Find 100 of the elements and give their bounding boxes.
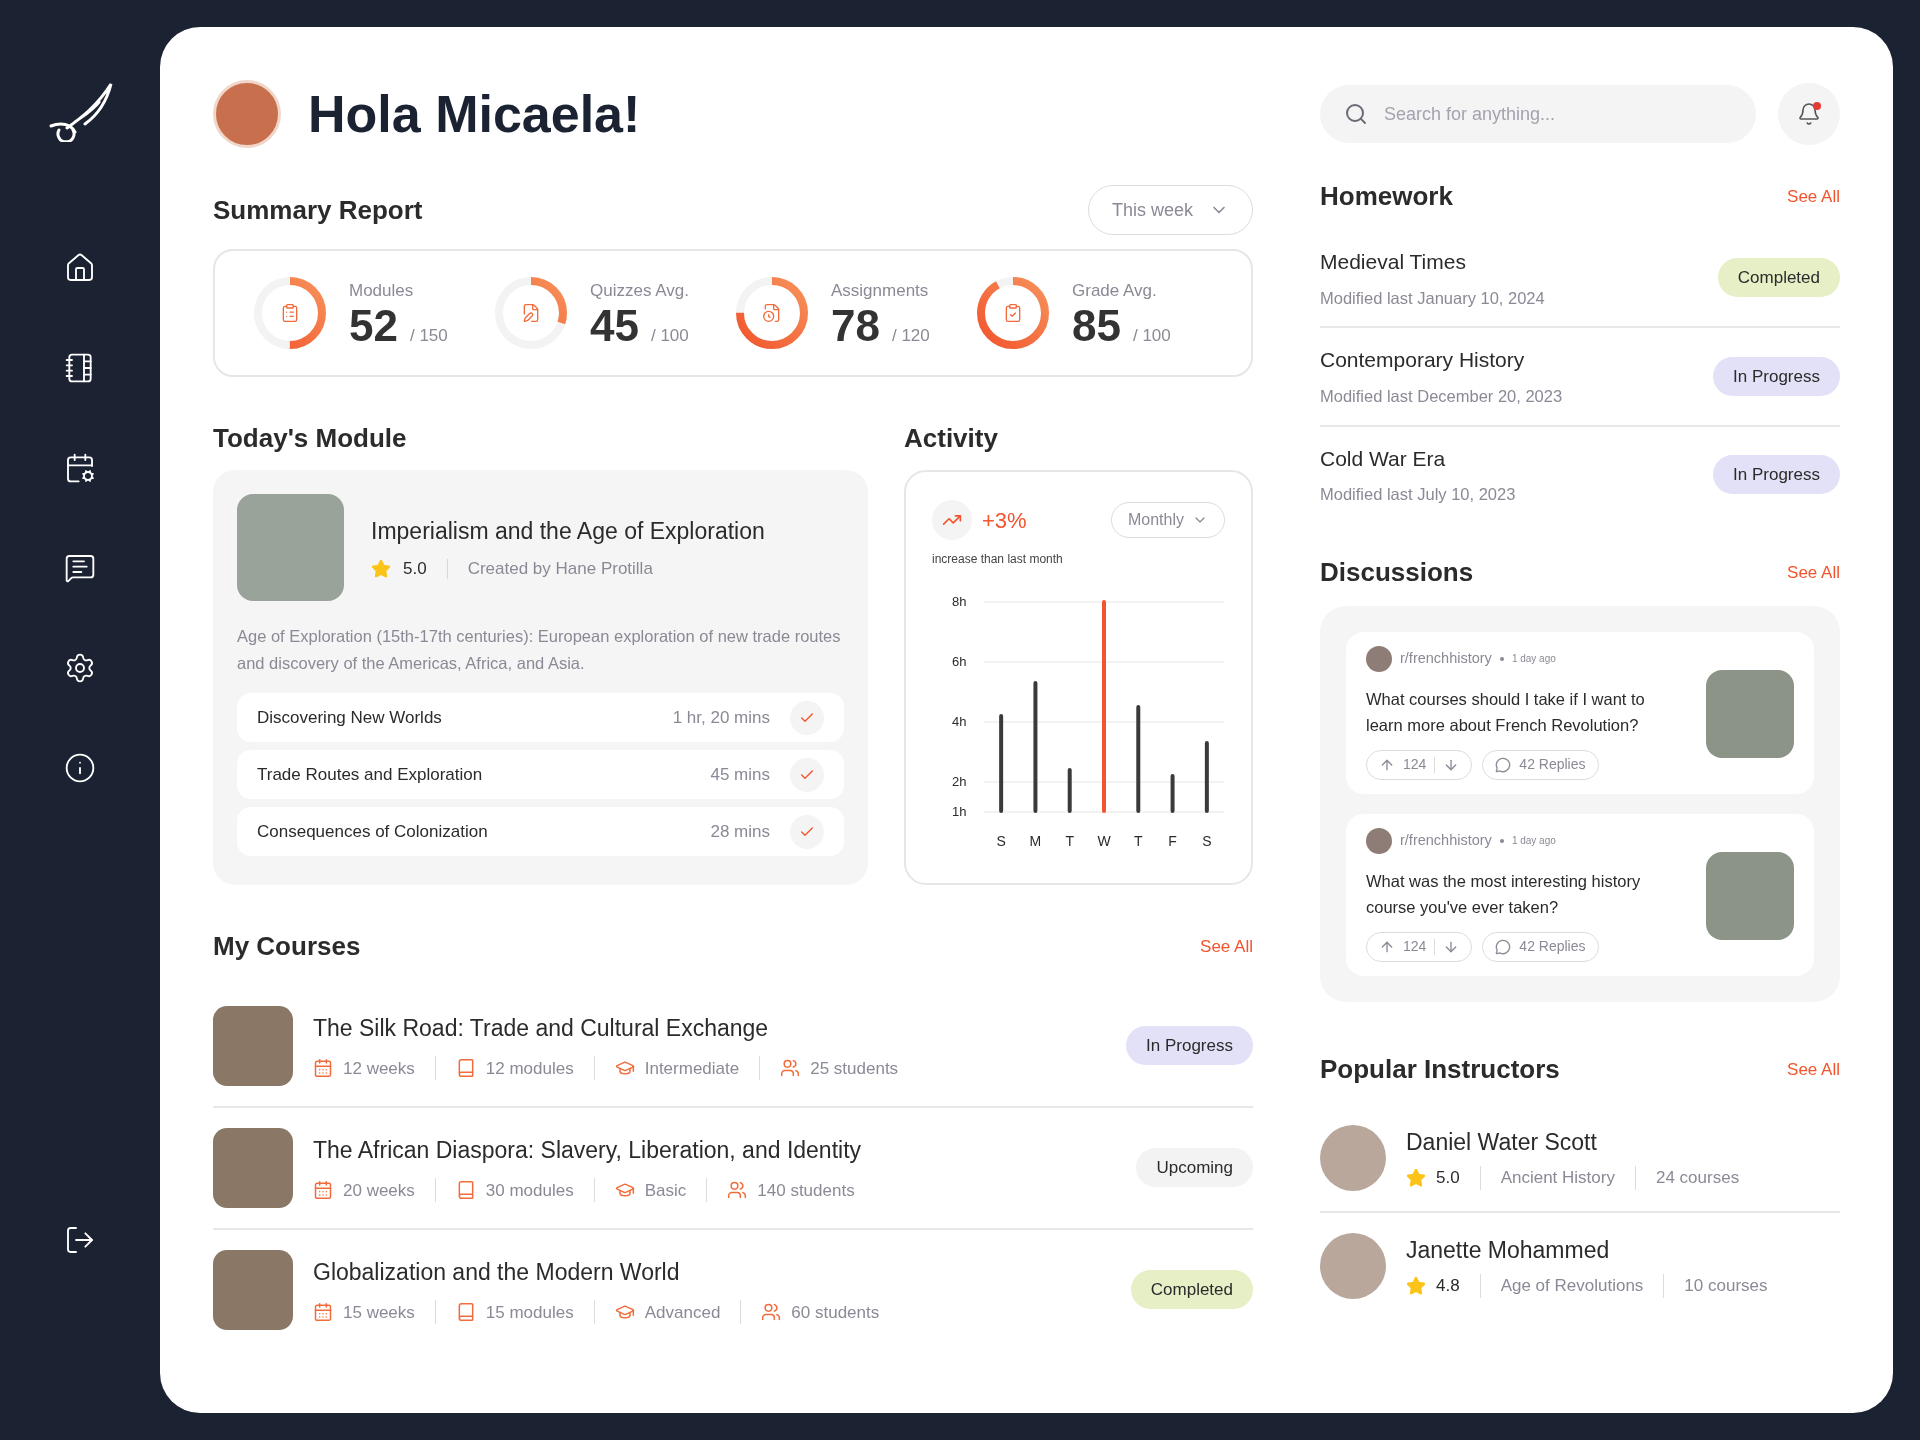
discussion-card[interactable]: r/frenchhistory 1 day ago What courses should I take if I want to learn more about French Revolution? 124 42 Replies <box>1346 631 1814 794</box>
comment-icon <box>1495 938 1512 955</box>
search-field[interactable]: Search for anything... <box>1320 85 1756 143</box>
lesson-duration: 1 hr, 20 mins <box>672 706 770 729</box>
lesson-row[interactable]: Discovering New Worlds 1 hr, 20 mins <box>237 693 844 742</box>
status-badge: Upcoming <box>1136 1148 1253 1188</box>
post-question: What courses should I take if I want to learn more about French Revolution? <box>1366 688 1646 736</box>
see-all-link[interactable]: See All <box>1200 933 1253 960</box>
stat-label: Modules <box>349 280 415 302</box>
lesson-row[interactable]: Consequences of Colonization 28 mins <box>237 807 844 856</box>
course-meta: 140 students <box>757 1179 855 1202</box>
section-title: Homework <box>1320 180 1453 213</box>
community-avatar <box>1366 827 1392 854</box>
axis-label: M <box>1029 833 1042 849</box>
status-badge: Completed <box>1130 1270 1253 1310</box>
see-all-link[interactable]: See All <box>1787 183 1840 210</box>
community-name: r/frenchhistory <box>1400 648 1492 668</box>
course-meta: 25 students <box>810 1057 899 1080</box>
course-meta: Basic <box>644 1179 687 1202</box>
axis-label: 1h <box>952 804 967 819</box>
instructor-name: Janette Mohammed <box>1406 1235 1611 1265</box>
axis-label: 2h <box>952 774 967 789</box>
rating-text: 5.0 <box>1436 1167 1460 1190</box>
stat-label: Assignments <box>831 280 930 302</box>
course-meta: 60 students <box>791 1301 880 1324</box>
axis-label: F <box>1168 833 1177 849</box>
course-meta: Intermediate <box>644 1057 740 1080</box>
home-icon[interactable] <box>64 252 96 284</box>
document-icon <box>521 303 541 323</box>
calendar-icon <box>313 1058 333 1079</box>
star-icon <box>1406 1168 1426 1188</box>
instructor-subject: Ancient History <box>1500 1167 1615 1190</box>
calendar-icon[interactable] <box>64 452 96 484</box>
community-avatar <box>1366 645 1392 672</box>
homework-date: Modified last January 10, 2024 <box>1320 287 1545 309</box>
section-title: My Courses <box>213 930 361 963</box>
homework-date: Modified last December 20, 2023 <box>1320 385 1563 407</box>
change-value: +3% <box>982 506 1027 535</box>
info-icon[interactable] <box>64 752 96 784</box>
status-badge: In Progress <box>1713 356 1840 396</box>
course-meta: 12 modules <box>485 1057 574 1080</box>
change-note: increase than last month <box>932 551 1064 568</box>
greeting-heading: Hola Micaela! <box>308 84 641 145</box>
settings-icon[interactable] <box>64 652 96 684</box>
vote-count: 124 <box>1403 937 1427 957</box>
lesson-duration: 28 mins <box>710 820 770 843</box>
stat-label: Quizzes Avg. <box>590 280 689 302</box>
homework-title: Contemporary History <box>1320 347 1526 374</box>
axis-label: W <box>1097 833 1111 849</box>
stat-total: / 120 <box>891 324 930 347</box>
section-title: Activity <box>904 422 999 455</box>
homework-title: Medieval Times <box>1320 249 1467 275</box>
users-icon <box>727 1180 748 1201</box>
stat-value: 78 <box>831 303 880 348</box>
stat-total: / 150 <box>409 324 448 347</box>
stat-value: 52 <box>349 303 398 348</box>
post-time: 1 day ago <box>1511 834 1556 849</box>
course-count: 24 courses <box>1655 1167 1740 1190</box>
author-text: Created by Hane Protilla <box>467 558 653 580</box>
star-icon <box>1406 1276 1426 1296</box>
stat-total: / 100 <box>650 324 689 347</box>
bell-icon <box>1797 102 1821 126</box>
lesson-row[interactable]: Trade Routes and Exploration 45 mins <box>237 750 844 799</box>
course-meta: 15 modules <box>485 1301 574 1324</box>
section-title: Discussions <box>1320 555 1474 589</box>
document-icon <box>1003 303 1023 323</box>
lesson-title: Discovering New Worlds <box>257 706 442 729</box>
section-title: Summary Report <box>213 193 423 227</box>
lesson-title: Consequences of Colonization <box>257 820 488 843</box>
course-meta: 30 modules <box>485 1179 574 1202</box>
stat-total: / 100 <box>1132 324 1171 347</box>
see-all-link[interactable]: See All <box>1787 1056 1840 1082</box>
lesson-duration: 45 mins <box>710 763 770 786</box>
axis-label: T <box>1134 833 1143 849</box>
course-count: 10 courses <box>1684 1275 1768 1298</box>
period-dropdown[interactable]: This week <box>1088 185 1253 235</box>
section-title: Popular Instructors <box>1320 1052 1560 1086</box>
module-description: Age of Exploration (15th-17th centuries): European exploration of new trade routes and discovery of the Americas, Africa, and Asia. <box>237 626 842 674</box>
document-icon <box>762 303 782 323</box>
chart-bar <box>1204 741 1209 813</box>
instructor-name: Daniel Water Scott <box>1406 1127 1598 1157</box>
axis-label: 8h <box>952 594 967 609</box>
chart-bar <box>1170 774 1175 813</box>
see-all-link[interactable]: See All <box>1787 559 1840 585</box>
axis-label: S <box>996 833 1006 849</box>
axis-label: S <box>1202 833 1212 849</box>
calendar-icon <box>313 1180 333 1201</box>
post-time: 1 day ago <box>1511 652 1556 667</box>
post-question: What was the most interesting history course you've ever taken? <box>1366 870 1642 918</box>
stat-label: Grade Avg. <box>1072 280 1158 302</box>
rating-text: 5.0 <box>403 558 427 580</box>
logout-icon[interactable] <box>64 1224 96 1256</box>
axis-label: 6h <box>952 654 967 669</box>
message-icon[interactable] <box>64 552 96 584</box>
users-icon <box>761 1302 782 1323</box>
rating-text: 4.8 <box>1436 1275 1460 1298</box>
stat-value: 85 <box>1072 303 1121 348</box>
course-meta: 20 weeks <box>343 1179 415 1202</box>
section-title: Today's Module <box>213 422 408 455</box>
discussion-card[interactable]: r/frenchhistory 1 day ago What was the most interesting history course you've ever taken? 124 42 Replies <box>1346 813 1814 976</box>
